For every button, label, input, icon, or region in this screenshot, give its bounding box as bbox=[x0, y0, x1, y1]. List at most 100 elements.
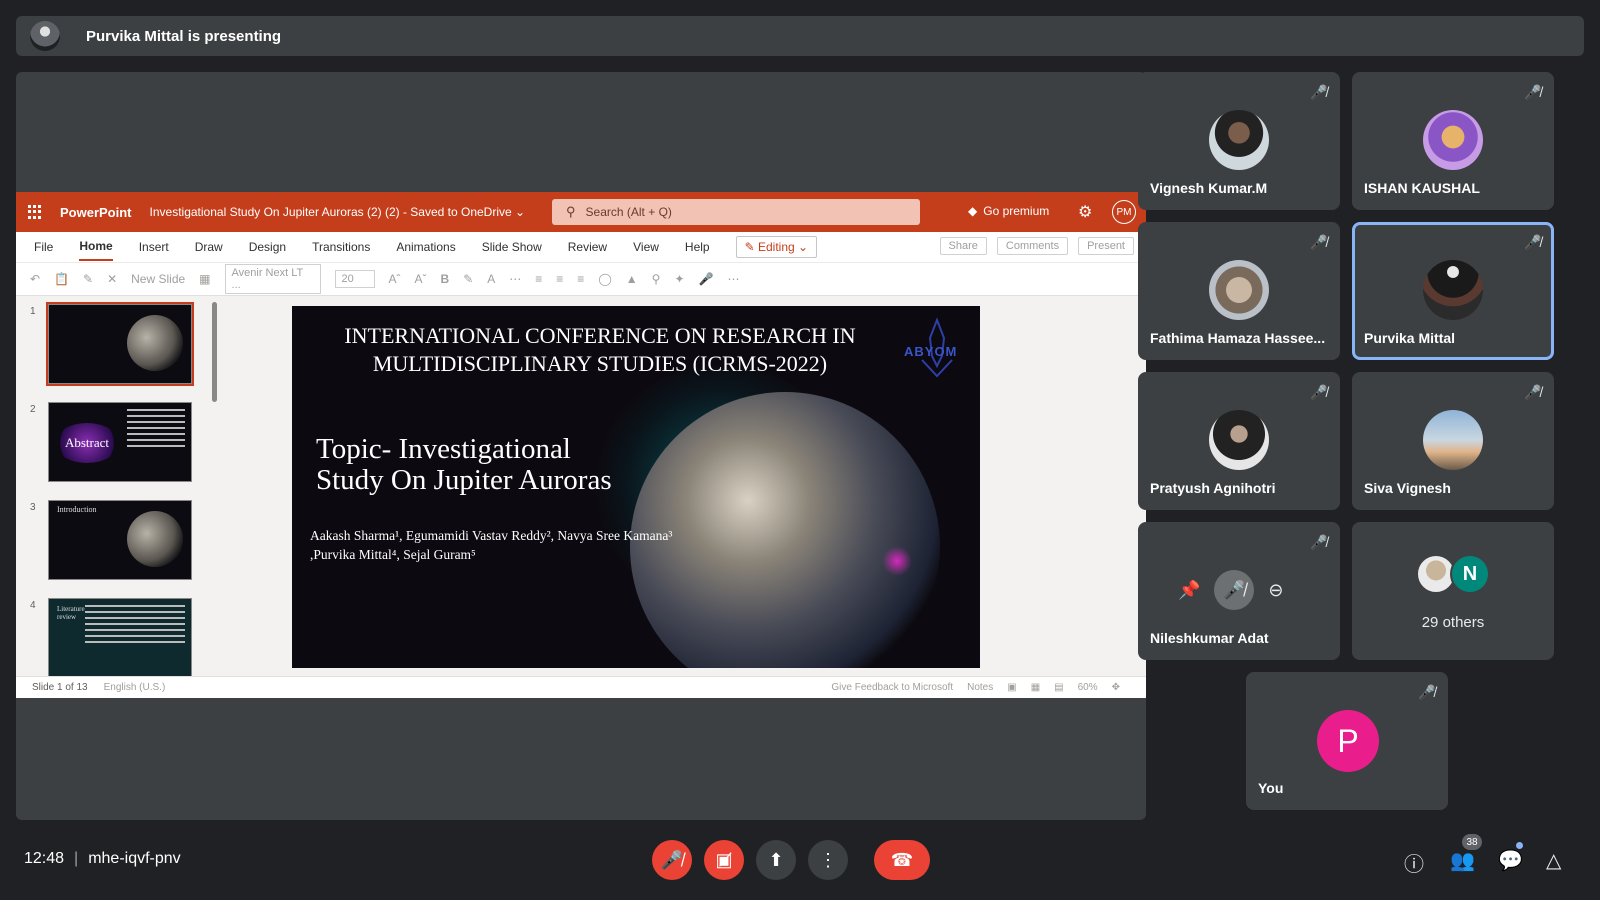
diamond-icon: ◆ bbox=[968, 204, 978, 218]
shapes-icon[interactable]: ◯ bbox=[598, 272, 611, 286]
dictate-icon[interactable]: 🎤 bbox=[699, 272, 714, 286]
menu-insert[interactable]: Insert bbox=[139, 234, 169, 260]
participant-name: Siva Vignesh bbox=[1364, 480, 1451, 496]
more-options-button[interactable]: ⋮ bbox=[808, 840, 848, 880]
abyom-logo: ABYOM bbox=[902, 316, 972, 380]
remove-icon[interactable]: ⊖ bbox=[1268, 580, 1283, 601]
slide-thumbnail-1[interactable] bbox=[46, 302, 194, 386]
thumbnail-row-4[interactable]: 4 Literature review bbox=[16, 590, 222, 676]
bullets-icon[interactable]: ≡ bbox=[535, 272, 542, 286]
participant-tile[interactable]: 🎤̸ Pratyush Agnihotri bbox=[1138, 372, 1340, 510]
powerpoint-window: PowerPoint Investigational Study On Jupi… bbox=[16, 192, 1146, 698]
mic-off-icon: 🎤̸ bbox=[1524, 234, 1542, 250]
language[interactable]: English (U.S.) bbox=[104, 682, 166, 693]
toggle-mic-button[interactable]: 🎤̸ bbox=[652, 840, 692, 880]
mic-off-icon: 🎤̸ bbox=[660, 849, 684, 870]
mic-off-icon: 🎤̸ bbox=[1524, 84, 1542, 100]
slide-number: 4 bbox=[30, 600, 36, 611]
ppt-app-name[interactable]: PowerPoint bbox=[60, 205, 132, 220]
fill-icon[interactable]: ▲ bbox=[626, 272, 638, 286]
go-premium-button[interactable]: ◆ Go premium bbox=[968, 204, 1049, 218]
zoom-level[interactable]: 60% bbox=[1078, 682, 1098, 693]
present-button[interactable]: Present bbox=[1078, 237, 1134, 255]
chat-icon[interactable]: 💬 bbox=[1498, 848, 1523, 873]
menu-transitions[interactable]: Transitions bbox=[312, 234, 370, 260]
thumbnail-row-2[interactable]: 2 Abstract bbox=[16, 394, 222, 492]
participant-tile[interactable]: 🎤̸ ISHAN KAUSHAL bbox=[1352, 72, 1554, 210]
reading-view-icon[interactable]: ▤ bbox=[1054, 682, 1063, 693]
layout-icon[interactable]: ▦ bbox=[199, 272, 210, 286]
others-tile[interactable]: N 29 others bbox=[1352, 522, 1554, 660]
menu-file[interactable]: File bbox=[34, 234, 53, 260]
bold-icon[interactable]: B bbox=[441, 272, 450, 286]
menu-draw[interactable]: Draw bbox=[195, 234, 223, 260]
designer-icon[interactable]: ✦ bbox=[674, 272, 684, 286]
thumbnail-scrollbar[interactable] bbox=[212, 302, 217, 402]
comments-button[interactable]: Comments bbox=[996, 237, 1069, 255]
menu-slide-show[interactable]: Slide Show bbox=[482, 234, 542, 260]
more-vert-icon: ⋮ bbox=[819, 849, 837, 870]
clear-icon[interactable]: ✕ bbox=[107, 272, 117, 286]
present-now-button[interactable]: ⬆ bbox=[756, 840, 796, 880]
pin-icon[interactable]: 📌 bbox=[1178, 580, 1200, 601]
slide-thumbnail-4[interactable]: Literature review bbox=[48, 598, 192, 676]
menu-view[interactable]: View bbox=[633, 234, 659, 260]
topic-line-1: Topic- Investigational bbox=[316, 433, 571, 465]
more-icon[interactable]: ⋯ bbox=[509, 272, 521, 286]
fit-icon[interactable]: ✥ bbox=[1112, 682, 1120, 693]
participant-tile-active[interactable]: 🎤̸ Purvika Mittal bbox=[1352, 222, 1554, 360]
notes-button[interactable]: Notes bbox=[967, 682, 993, 693]
menu-help[interactable]: Help bbox=[685, 234, 710, 260]
undo-icon[interactable]: ↶ bbox=[30, 272, 40, 286]
ppt-doc-title[interactable]: Investigational Study On Jupiter Auroras… bbox=[150, 205, 526, 219]
meeting-details-icon[interactable]: ⓘ bbox=[1404, 848, 1424, 877]
participant-tile[interactable]: 🎤̸ Vignesh Kumar.M bbox=[1138, 72, 1340, 210]
grow-font-icon[interactable]: Aˆ bbox=[389, 272, 401, 286]
activities-icon[interactable]: △ bbox=[1546, 848, 1561, 873]
mute-participant-button[interactable]: 🎤̸ bbox=[1214, 570, 1255, 610]
share-button[interactable]: Share bbox=[939, 237, 987, 255]
font-family-select[interactable]: Avenir Next LT ... bbox=[224, 264, 321, 294]
overflow-icon[interactable]: ⋯ bbox=[727, 272, 739, 286]
sorter-view-icon[interactable]: ▦ bbox=[1031, 682, 1040, 693]
leave-call-button[interactable]: ☎ bbox=[874, 840, 930, 880]
feedback-link[interactable]: Give Feedback to Microsoft bbox=[831, 682, 953, 693]
numbering-icon[interactable]: ≡ bbox=[556, 272, 563, 286]
self-tile[interactable]: 🎤̸ P You bbox=[1246, 672, 1448, 810]
new-slide-button[interactable]: New Slide bbox=[131, 272, 185, 286]
avatar bbox=[1423, 410, 1483, 470]
paste-icon[interactable]: 📋 bbox=[54, 272, 69, 286]
highlight-icon[interactable]: ✎ bbox=[463, 272, 473, 286]
thumb-literature-label: Literature review bbox=[57, 605, 85, 621]
app-launcher-icon[interactable] bbox=[28, 205, 42, 219]
thumbnail-row-3[interactable]: 3 Introduction bbox=[16, 492, 222, 590]
gear-icon[interactable]: ⚙ bbox=[1078, 202, 1092, 222]
editing-mode-button[interactable]: ✎ Editing ⌄ bbox=[735, 236, 818, 258]
menu-design[interactable]: Design bbox=[249, 234, 286, 260]
font-size-select[interactable]: 20 bbox=[334, 270, 375, 288]
authors-line-2: ,Purvika Mittal⁴, Sejal Guram⁵ bbox=[310, 547, 476, 562]
participant-tile[interactable]: 🎤̸ Fathima Hamaza Hassee... bbox=[1138, 222, 1340, 360]
align-icon[interactable]: ≡ bbox=[577, 272, 584, 286]
participant-tile[interactable]: 🎤̸ Siva Vignesh bbox=[1352, 372, 1554, 510]
font-color-icon[interactable]: A bbox=[487, 272, 495, 286]
menu-review[interactable]: Review bbox=[568, 234, 607, 260]
slide-thumbnail-2[interactable]: Abstract bbox=[48, 402, 192, 482]
ppt-search-box[interactable]: ⚲ Search (Alt + Q) bbox=[552, 199, 920, 225]
shrink-font-icon[interactable]: Aˇ bbox=[415, 272, 427, 286]
current-slide[interactable]: INTERNATIONAL CONFERENCE ON RESEARCH IN … bbox=[292, 306, 980, 668]
participant-tile[interactable]: 🎤̸ 📌 🎤̸ ⊖ Nileshkumar Adat bbox=[1138, 522, 1340, 660]
format-painter-icon[interactable]: ✎ bbox=[83, 272, 93, 286]
account-avatar[interactable]: PM bbox=[1112, 200, 1136, 224]
normal-view-icon[interactable]: ▣ bbox=[1007, 682, 1016, 693]
toggle-camera-button[interactable]: ▣̸ bbox=[704, 840, 744, 880]
menu-animations[interactable]: Animations bbox=[396, 234, 455, 260]
participant-name: Vignesh Kumar.M bbox=[1150, 180, 1268, 196]
find-icon[interactable]: ⚲ bbox=[652, 272, 661, 286]
mic-off-icon: 🎤̸ bbox=[1524, 384, 1542, 400]
presentation-stage[interactable]: PowerPoint Investigational Study On Jupi… bbox=[16, 72, 1146, 820]
menu-home[interactable]: Home bbox=[79, 233, 113, 261]
people-icon[interactable]: 👥 bbox=[1450, 848, 1475, 873]
thumbnail-row-1[interactable]: 1 bbox=[16, 296, 222, 394]
slide-thumbnail-3[interactable]: Introduction bbox=[48, 500, 192, 580]
